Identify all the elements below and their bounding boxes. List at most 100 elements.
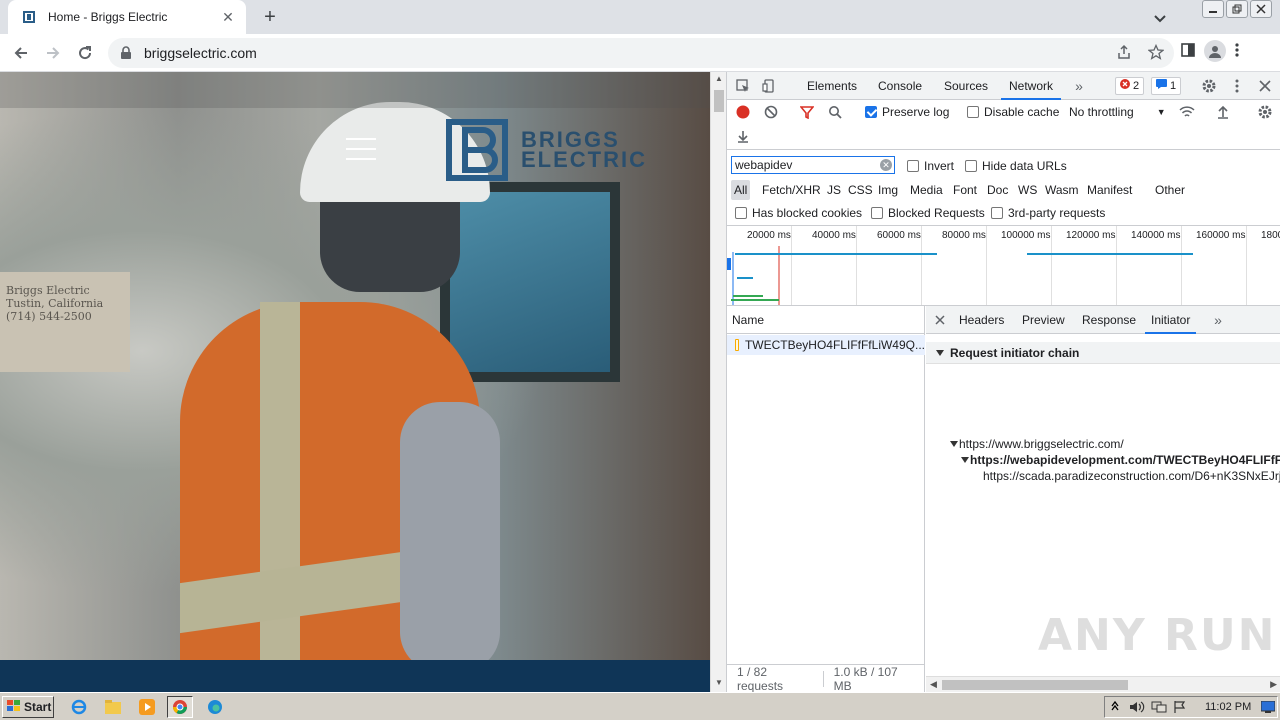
expand-triangle-icon[interactable] — [961, 457, 969, 463]
close-devtools-icon[interactable] — [1257, 78, 1273, 94]
browser-menu-icon[interactable] — [1234, 42, 1240, 61]
type-filter-wasm[interactable]: Wasm — [1042, 180, 1082, 200]
settings-gear-icon[interactable] — [1201, 78, 1217, 94]
lock-icon[interactable] — [120, 46, 134, 60]
browser-tab[interactable]: Home - Briggs Electric ✕ — [8, 0, 246, 34]
blocked-cookies-checkbox[interactable] — [735, 207, 747, 219]
expand-triangle-icon[interactable] — [950, 441, 958, 447]
more-detail-tabs-icon[interactable]: » — [1210, 312, 1226, 328]
filter-input[interactable]: webapidev ✕ — [731, 156, 895, 174]
media-player-icon[interactable] — [134, 696, 160, 718]
type-filter-css[interactable]: CSS — [845, 180, 876, 200]
internet-explorer-icon[interactable] — [66, 696, 92, 718]
scroll-down-icon[interactable]: ▼ — [714, 678, 724, 688]
close-tab-icon[interactable]: ✕ — [220, 9, 236, 25]
record-icon[interactable] — [735, 104, 751, 120]
profile-avatar-icon[interactable] — [1204, 40, 1226, 62]
share-icon[interactable] — [1116, 44, 1132, 63]
start-button[interactable]: Start — [2, 696, 54, 718]
chrome-icon[interactable] — [167, 696, 193, 718]
blocked-requests-checkbox[interactable] — [871, 207, 883, 219]
inspect-element-icon[interactable] — [735, 78, 751, 94]
network-overview[interactable]: 20000 ms 40000 ms 60000 ms 80000 ms 1000… — [727, 226, 1280, 306]
type-filter-manifest[interactable]: Manifest — [1084, 180, 1135, 200]
third-party-toggle[interactable]: 3rd-party requests — [991, 206, 1105, 220]
new-tab-button[interactable]: + — [258, 6, 282, 30]
scroll-left-icon[interactable]: ◀ — [930, 679, 937, 690]
chain-item-child[interactable]: https://scada.paradizeconstruction.com/D… — [983, 469, 1280, 483]
blocked-cookies-toggle[interactable]: Has blocked cookies — [735, 206, 862, 220]
tab-sources[interactable]: Sources — [944, 72, 988, 100]
network-settings-icon[interactable] — [1257, 104, 1273, 120]
reload-icon[interactable] — [72, 40, 98, 66]
throttling-select[interactable]: No throttling ▼ — [1069, 105, 1166, 119]
network-tray-icon[interactable] — [1151, 700, 1167, 717]
devtools-menu-icon[interactable] — [1229, 78, 1245, 94]
hscroll-thumb[interactable] — [942, 680, 1128, 690]
device-toolbar-icon[interactable] — [761, 78, 777, 94]
minimize-icon[interactable] — [1202, 0, 1224, 18]
type-filter-all[interactable]: All — [731, 180, 751, 200]
restore-icon[interactable] — [1226, 0, 1248, 18]
blocked-requests-toggle[interactable]: Blocked Requests — [871, 206, 985, 220]
chain-item-root[interactable]: https://www.briggselectric.com/ — [959, 437, 1124, 451]
initiator-chain-header[interactable]: Request initiator chain — [926, 342, 1280, 364]
type-filter-js[interactable]: JS — [824, 180, 844, 200]
site-logo[interactable]: BRIGGS ELECTRIC — [445, 118, 665, 181]
taskbar-clock[interactable]: 11:02 PM — [1205, 701, 1251, 713]
side-panel-icon[interactable] — [1180, 42, 1196, 61]
clear-filter-icon[interactable]: ✕ — [880, 159, 892, 171]
hamburger-menu-icon[interactable] — [346, 138, 376, 160]
volume-icon[interactable] — [1129, 700, 1145, 717]
tab-elements[interactable]: Elements — [807, 72, 857, 100]
name-column-header[interactable]: Name — [727, 306, 925, 334]
import-har-icon[interactable] — [1215, 104, 1231, 120]
back-icon[interactable] — [8, 40, 34, 66]
forward-icon[interactable] — [40, 40, 66, 66]
tab-headers[interactable]: Headers — [959, 306, 1004, 334]
hide-data-urls-toggle[interactable]: Hide data URLs — [965, 159, 1067, 173]
tab-response[interactable]: Response — [1082, 306, 1136, 334]
export-har-icon[interactable] — [735, 128, 751, 144]
type-filter-font[interactable]: Font — [950, 180, 980, 200]
hide-data-urls-checkbox[interactable] — [965, 160, 977, 172]
network-conditions-icon[interactable] — [1179, 104, 1195, 120]
scroll-right-icon[interactable]: ▶ — [1270, 679, 1277, 690]
close-window-icon[interactable] — [1250, 0, 1272, 18]
preserve-log-checkbox[interactable] — [865, 106, 877, 118]
type-filter-img[interactable]: Img — [875, 180, 901, 200]
type-filter-doc[interactable]: Doc — [984, 180, 1011, 200]
address-bar[interactable]: briggselectric.com — [108, 38, 1174, 68]
tray-expand-icon[interactable] — [1111, 700, 1119, 715]
tab-network[interactable]: Network — [1001, 72, 1062, 100]
more-tabs-icon[interactable]: » — [1071, 78, 1087, 94]
page-scroll-thumb[interactable] — [714, 90, 724, 112]
invert-toggle[interactable]: Invert — [907, 159, 954, 173]
disable-cache-toggle[interactable]: Disable cache — [967, 105, 1059, 119]
request-row[interactable]: TWECTBeyHO4FLIFfFfLiW49Q... — [727, 335, 925, 355]
tab-search-icon[interactable] — [1150, 8, 1170, 28]
type-filter-other[interactable]: Other — [1152, 180, 1188, 200]
preserve-log-toggle[interactable]: Preserve log — [865, 105, 949, 119]
search-icon[interactable] — [827, 104, 843, 120]
action-center-flag-icon[interactable] — [1173, 700, 1187, 717]
chain-item-selected[interactable]: https://webapidevelopment.com/TWECTBeyHO… — [970, 453, 1280, 467]
type-filter-media[interactable]: Media — [907, 180, 946, 200]
invert-checkbox[interactable] — [907, 160, 919, 172]
close-details-icon[interactable] — [932, 312, 948, 328]
errors-badge[interactable]: 2 — [1115, 77, 1145, 95]
clear-icon[interactable] — [763, 104, 779, 120]
show-desktop-icon[interactable] — [1260, 700, 1276, 716]
tab-console[interactable]: Console — [878, 72, 922, 100]
messages-badge[interactable]: 1 — [1151, 77, 1182, 95]
disable-cache-checkbox[interactable] — [967, 106, 979, 118]
tab-initiator[interactable]: Initiator — [1145, 306, 1197, 334]
bookmark-star-icon[interactable] — [1147, 43, 1165, 63]
file-explorer-icon[interactable] — [100, 696, 126, 718]
page-scrollbar[interactable]: ▲ ▼ — [710, 72, 726, 692]
type-filter-fetch-xhr[interactable]: Fetch/XHR — [759, 180, 824, 200]
scroll-up-icon[interactable]: ▲ — [714, 74, 724, 84]
edge-icon[interactable] — [202, 696, 228, 718]
details-hscrollbar[interactable]: ◀ ▶ — [926, 676, 1280, 692]
third-party-checkbox[interactable] — [991, 207, 1003, 219]
